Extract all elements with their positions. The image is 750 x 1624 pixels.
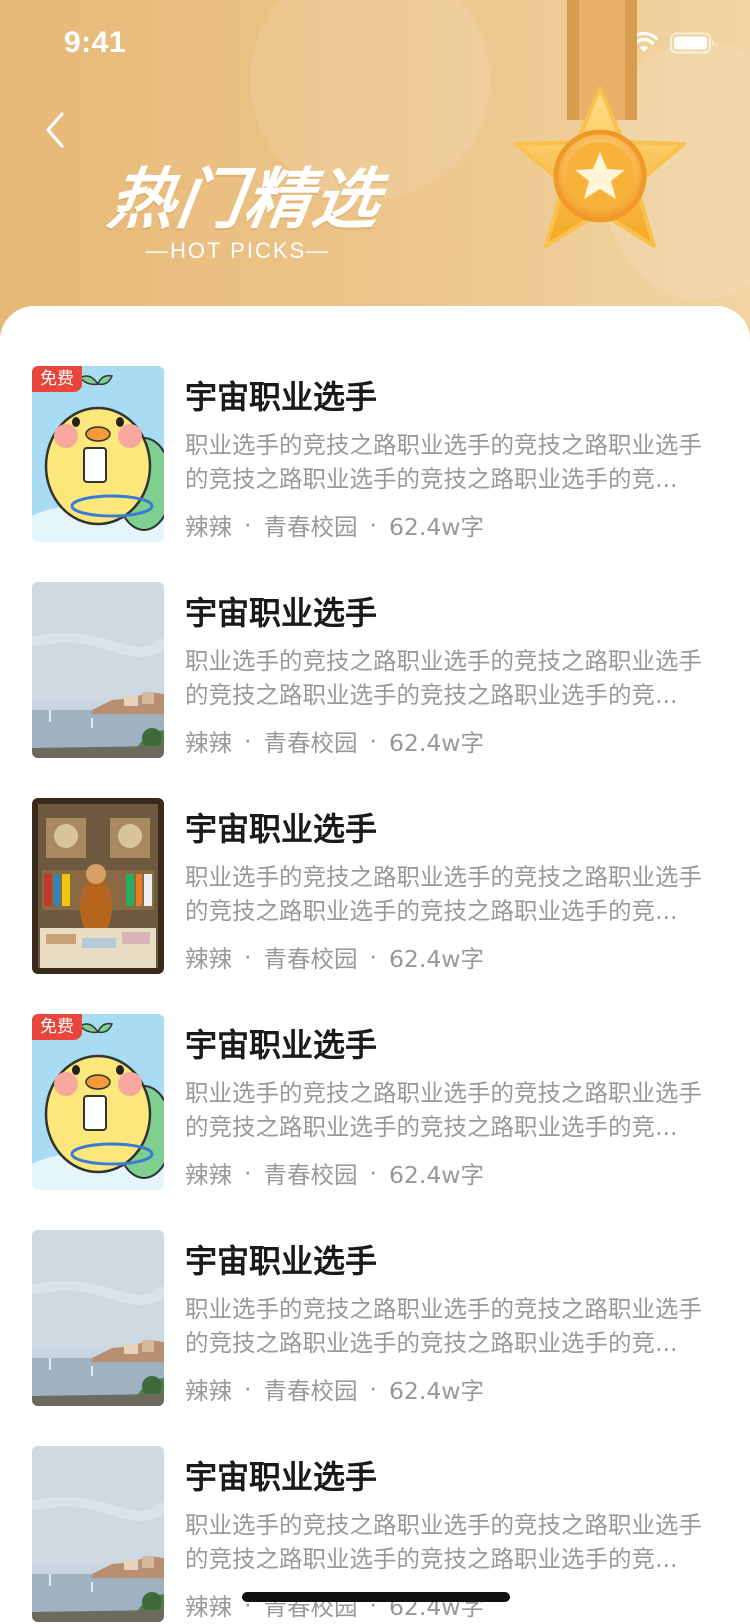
cover-image [32,366,164,542]
book-category: 青春校园 [263,513,358,541]
content-card: 免费 宇宙职业选手 职业选手的竞技之路职业选手的竞技之路职业选手的竞技之路职业选手的… [0,306,750,1624]
book-category: 青春校园 [263,729,358,757]
status-time: 9:41 [64,26,127,59]
meta-separator: · [244,1159,252,1187]
book-author: 辣辣 [185,1377,232,1405]
meta-separator: · [244,727,252,755]
cover-image [32,1446,164,1622]
meta-separator: · [244,1375,252,1403]
book-list-item[interactable]: 宇宙职业选手职业选手的竞技之路职业选手的竞技之路职业选手的竞技之路职业选手的竞技… [0,798,750,1014]
cover-image [32,1014,164,1190]
book-cover[interactable] [32,1446,164,1622]
book-cover[interactable] [32,366,164,542]
book-list-item[interactable]: 宇宙职业选手职业选手的竞技之路职业选手的竞技之路职业选手的竞技之路职业选手的竞技… [0,1230,750,1446]
book-title[interactable]: 宇宙职业选手 [185,804,377,850]
meta-separator: · [369,1375,377,1403]
book-description: 职业选手的竞技之路职业选手的竞技之路职业选手的竞技之路职业选手的竞技之路职业选手… [185,431,702,493]
book-word-count: 62.4w字 [388,1377,485,1405]
book-word-count: 62.4w字 [388,729,485,757]
book-word-count: 62.4w字 [388,513,485,541]
book-cover[interactable] [32,1230,164,1406]
book-cover[interactable] [32,582,164,758]
book-cover[interactable] [32,1014,164,1190]
book-author: 辣辣 [185,513,232,541]
book-category: 青春校园 [263,1377,358,1405]
book-meta: 辣辣 · 青春校园 · 62.4w字 [185,1372,484,1406]
book-author: 辣辣 [185,1593,232,1621]
book-title[interactable]: 宇宙职业选手 [185,588,377,634]
book-title[interactable]: 宇宙职业选手 [185,372,377,418]
page-title: 热门精选 [103,161,387,238]
book-author: 辣辣 [185,729,232,757]
free-badge: 免费 [32,1014,82,1040]
battery-icon [670,32,714,54]
free-badge: 免费 [32,366,82,392]
book-list-item[interactable]: 宇宙职业选手职业选手的竞技之路职业选手的竞技之路职业选手的竞技之路职业选手的竞技… [0,582,750,798]
book-description: 职业选手的竞技之路职业选手的竞技之路职业选手的竞技之路职业选手的竞技之路职业选手… [185,863,702,925]
book-meta: 辣辣 · 青春校园 · 62.4w字 [185,508,484,542]
page-subtitle: —HOT PICKS— [146,238,331,263]
book-description: 职业选手的竞技之路职业选手的竞技之路职业选手的竞技之路职业选手的竞技之路职业选手… [185,1079,702,1141]
book-author: 辣辣 [185,945,232,973]
meta-separator: · [244,511,252,539]
book-category: 青春校园 [263,945,358,973]
book-description: 职业选手的竞技之路职业选手的竞技之路职业选手的竞技之路职业选手的竞技之路职业选手… [185,1295,702,1357]
book-meta: 辣辣 · 青春校园 · 62.4w字 [185,940,484,974]
book-description: 职业选手的竞技之路职业选手的竞技之路职业选手的竞技之路职业选手的竞技之路职业选手… [185,647,702,709]
book-list-item[interactable]: 免费 宇宙职业选手职业选手的竞技之路职业选手的竞技之路职业选手的竞技之路职业选手的… [0,1014,750,1230]
book-list: 免费 宇宙职业选手 职业选手的竞技之路职业选手的竞技之路职业选手的竞技之路职业选手的… [0,366,750,1624]
meta-separator: · [369,727,377,755]
meta-separator: · [369,1159,377,1187]
book-title[interactable]: 宇宙职业选手 [185,1236,377,1282]
meta-separator: · [369,943,377,971]
meta-separator: · [244,943,252,971]
header-banner: 9:41 热门精选 —HOT PICKS— [0,0,750,340]
book-list-item[interactable]: 免费 宇宙职业选手职业选手的竞技之路职业选手的竞技之路职业选手的竞技之路职业选手的… [0,366,750,582]
book-title[interactable]: 宇宙职业选手 [185,1452,377,1498]
back-arrow-icon[interactable] [40,108,76,152]
cover-image [32,582,164,758]
book-description: 职业选手的竞技之路职业选手的竞技之路职业选手的竞技之路职业选手的竞技之路职业选手… [185,1511,702,1573]
cover-image [32,798,164,974]
star-medal-icon [514,86,686,248]
book-author: 辣辣 [185,1161,232,1189]
book-word-count: 62.4w字 [388,945,485,973]
book-word-count: 62.4w字 [388,1161,485,1189]
cover-image [32,1230,164,1406]
book-title[interactable]: 宇宙职业选手 [185,1020,377,1066]
book-category: 青春校园 [263,1161,358,1189]
book-meta: 辣辣 · 青春校园 · 62.4w字 [185,1156,484,1190]
meta-separator: · [369,511,377,539]
home-indicator[interactable] [242,1592,510,1602]
book-cover[interactable] [32,798,164,974]
book-meta: 辣辣 · 青春校园 · 62.4w字 [185,724,484,758]
